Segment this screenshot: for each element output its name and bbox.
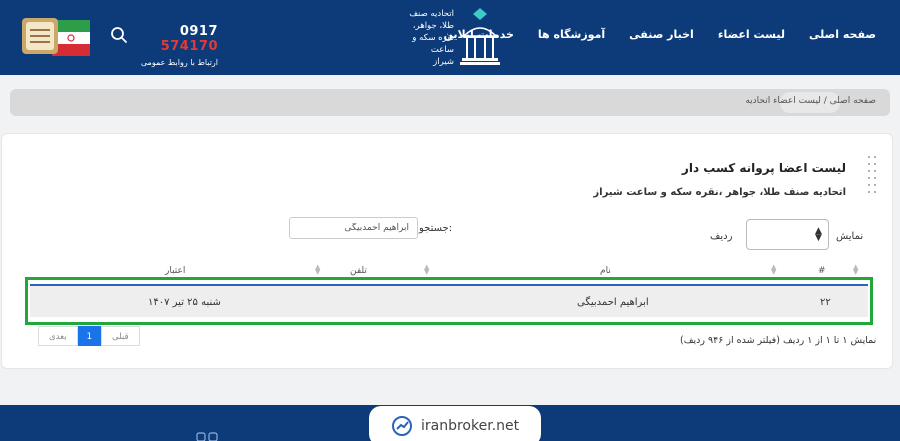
col-header-validity[interactable]: اعتبار bbox=[165, 266, 185, 276]
row-highlight-outline bbox=[25, 277, 873, 325]
col-header-name[interactable]: نام bbox=[600, 266, 611, 276]
phone-prefix: 0917 bbox=[179, 24, 218, 39]
sort-icon[interactable]: ▲ ▼ bbox=[853, 264, 858, 276]
col-header-number[interactable]: # bbox=[818, 266, 826, 276]
col-header-phone[interactable]: تلفن bbox=[350, 266, 367, 276]
pagination: بعدی 1 قبلی bbox=[38, 326, 140, 346]
nav-members[interactable]: لیست اعضاء bbox=[718, 28, 785, 41]
sort-icon[interactable]: ▲ ▼ bbox=[771, 264, 776, 276]
site-logo[interactable]: اتحادیه صنف طلا، جواهر، نقره سکه و ساعت … bbox=[392, 6, 504, 68]
sort-icon[interactable]: ▲ ▼ bbox=[315, 264, 320, 276]
search-label: جستجو: bbox=[419, 223, 453, 234]
watermark-text: iranbroker.net bbox=[421, 418, 520, 434]
nav-news[interactable]: اخبار صنفی bbox=[629, 28, 694, 41]
site-header: صفحه اصلی لیست اعضاء اخبار صنفی آموزشگاه… bbox=[0, 0, 900, 75]
breadcrumb-text[interactable]: صفحه اصلی / لیست اعضاء اتحادیه bbox=[745, 96, 876, 106]
search-icon[interactable] bbox=[110, 26, 128, 44]
main-nav: صفحه اصلی لیست اعضاء اخبار صنفی آموزشگاه… bbox=[444, 28, 876, 41]
nav-home[interactable]: صفحه اصلی bbox=[809, 28, 876, 41]
logo-text: اتحادیه صنف طلا، جواهر، نقره سکه و ساعت … bbox=[409, 9, 454, 67]
prev-page-button[interactable]: قبلی bbox=[101, 326, 140, 346]
search-input[interactable] bbox=[289, 217, 418, 239]
contact-phone[interactable]: 0917 574170 ارتباط با روابط عمومی bbox=[138, 24, 218, 67]
next-page-button[interactable]: بعدی bbox=[38, 326, 78, 346]
watermark-badge: iranbroker.net bbox=[369, 406, 541, 441]
page-subtitle: اتحادیه صنف طلا، جواهر ،نقره سکه و ساعت … bbox=[593, 187, 846, 198]
members-card: لیست اعضا پروانه کسب دار اتحادیه صنف طلا… bbox=[1, 133, 893, 369]
contact-label: ارتباط با روابط عمومی bbox=[140, 58, 218, 67]
sort-icon[interactable]: ▲ ▼ bbox=[424, 264, 429, 276]
show-label: نمایش bbox=[836, 231, 864, 242]
page-1-button[interactable]: 1 bbox=[77, 326, 102, 346]
social-icon[interactable] bbox=[196, 432, 218, 441]
dots-decoration-icon bbox=[868, 156, 876, 193]
select-arrows-icon: ▲ ▼ bbox=[815, 226, 822, 243]
row-label: ردیف bbox=[710, 231, 733, 242]
seal-icon bbox=[22, 18, 58, 54]
page-title: لیست اعضا پروانه کسب دار bbox=[681, 161, 846, 175]
chart-trend-icon bbox=[392, 416, 412, 436]
table-info: نمایش ۱ تا ۱ از ۱ ردیف (فیلتر شده از ۹۴۶… bbox=[680, 335, 877, 346]
nav-schools[interactable]: آموزشگاه ها bbox=[538, 28, 605, 41]
breadcrumb: صفحه اصلی / لیست اعضاء اتحادیه bbox=[10, 89, 890, 116]
rows-per-page-select[interactable]: ▲ ▼ bbox=[746, 219, 829, 250]
phone-number: 574170 bbox=[160, 39, 218, 54]
hafez-tomb-icon bbox=[460, 8, 500, 65]
